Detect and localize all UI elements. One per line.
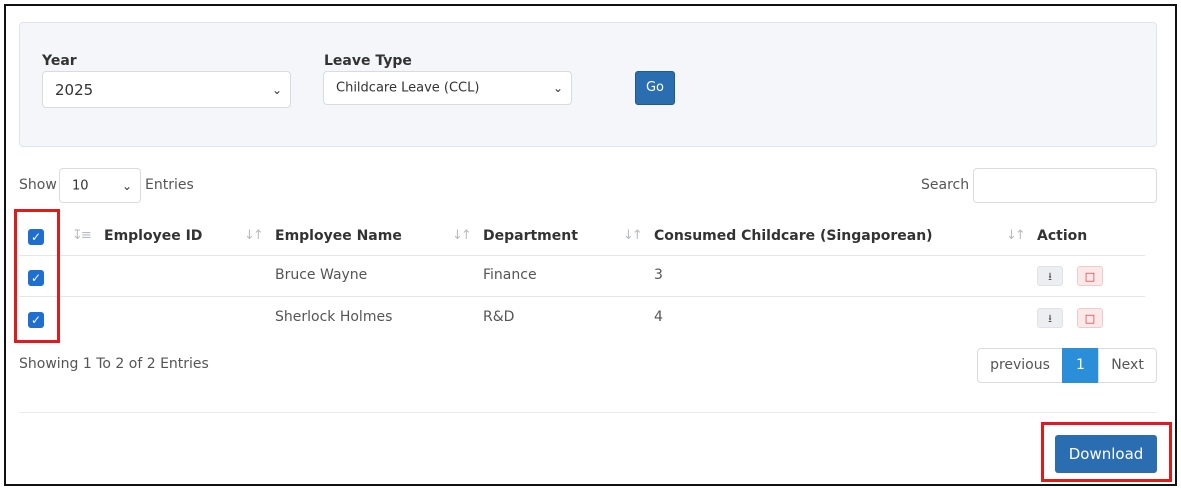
- column-header-department[interactable]: Department: [483, 228, 578, 244]
- go-button[interactable]: Go: [635, 71, 675, 105]
- leave-type-label: Leave Type: [324, 53, 412, 69]
- filter-panel: Year 2025 ⌄ Leave Type Childcare Leave (…: [19, 22, 1157, 147]
- sort-desc-icon[interactable]: ↧≡: [72, 228, 92, 243]
- year-select[interactable]: 2025 ⌄: [42, 71, 291, 108]
- search-label: Search: [921, 177, 970, 193]
- footer-divider: [19, 412, 1157, 413]
- page-1-button[interactable]: 1: [1062, 348, 1099, 383]
- leave-type-value: Childcare Leave (CCL): [336, 80, 480, 96]
- leave-type-select[interactable]: Childcare Leave (CCL) ⌄: [323, 71, 572, 105]
- show-label: Show: [19, 177, 57, 193]
- pagination-info: Showing 1 To 2 of 2 Entries: [19, 356, 209, 372]
- column-header-action: Action: [1037, 228, 1088, 244]
- row-divider: [19, 296, 1145, 297]
- pdf-icon[interactable]: □: [1077, 266, 1103, 286]
- next-page-button[interactable]: Next: [1098, 348, 1157, 383]
- sort-icon[interactable]: ↓↑: [244, 228, 264, 243]
- checkbox-highlight-box: [14, 209, 60, 343]
- column-header-employee-id[interactable]: Employee ID: [104, 228, 202, 244]
- chevron-down-icon: ⌄: [552, 81, 563, 95]
- pdf-icon[interactable]: □: [1077, 308, 1103, 328]
- cell-employee-name: Sherlock Holmes: [275, 309, 393, 325]
- entries-select[interactable]: 10 ⌄: [59, 168, 141, 203]
- row-divider: [19, 255, 1145, 256]
- chevron-down-icon: ⌄: [121, 178, 132, 193]
- cell-consumed: 4: [654, 309, 663, 325]
- sort-icon[interactable]: ↓↑: [623, 228, 643, 243]
- column-header-employee-name[interactable]: Employee Name: [275, 228, 402, 244]
- sort-icon[interactable]: ↓↑: [452, 228, 472, 243]
- cell-consumed: 3: [654, 267, 663, 283]
- cell-employee-name: Bruce Wayne: [275, 267, 368, 283]
- previous-page-button[interactable]: previous: [977, 348, 1063, 383]
- chevron-down-icon: ⌄: [271, 82, 282, 97]
- year-value: 2025: [55, 80, 94, 99]
- download-icon[interactable]: ⭳: [1037, 266, 1063, 286]
- cell-department: R&D: [483, 309, 515, 325]
- entries-value: 10: [72, 178, 89, 193]
- download-icon[interactable]: ⭳: [1037, 308, 1063, 328]
- page-frame: Year 2025 ⌄ Leave Type Childcare Leave (…: [4, 4, 1177, 486]
- year-label: Year: [42, 53, 77, 69]
- sort-icon[interactable]: ↓↑: [1006, 228, 1026, 243]
- cell-department: Finance: [483, 267, 537, 283]
- search-input[interactable]: [973, 168, 1157, 203]
- entries-label: Entries: [145, 177, 194, 193]
- column-header-consumed-childcare[interactable]: Consumed Childcare (Singaporean): [654, 228, 933, 244]
- download-button[interactable]: Download: [1055, 435, 1157, 473]
